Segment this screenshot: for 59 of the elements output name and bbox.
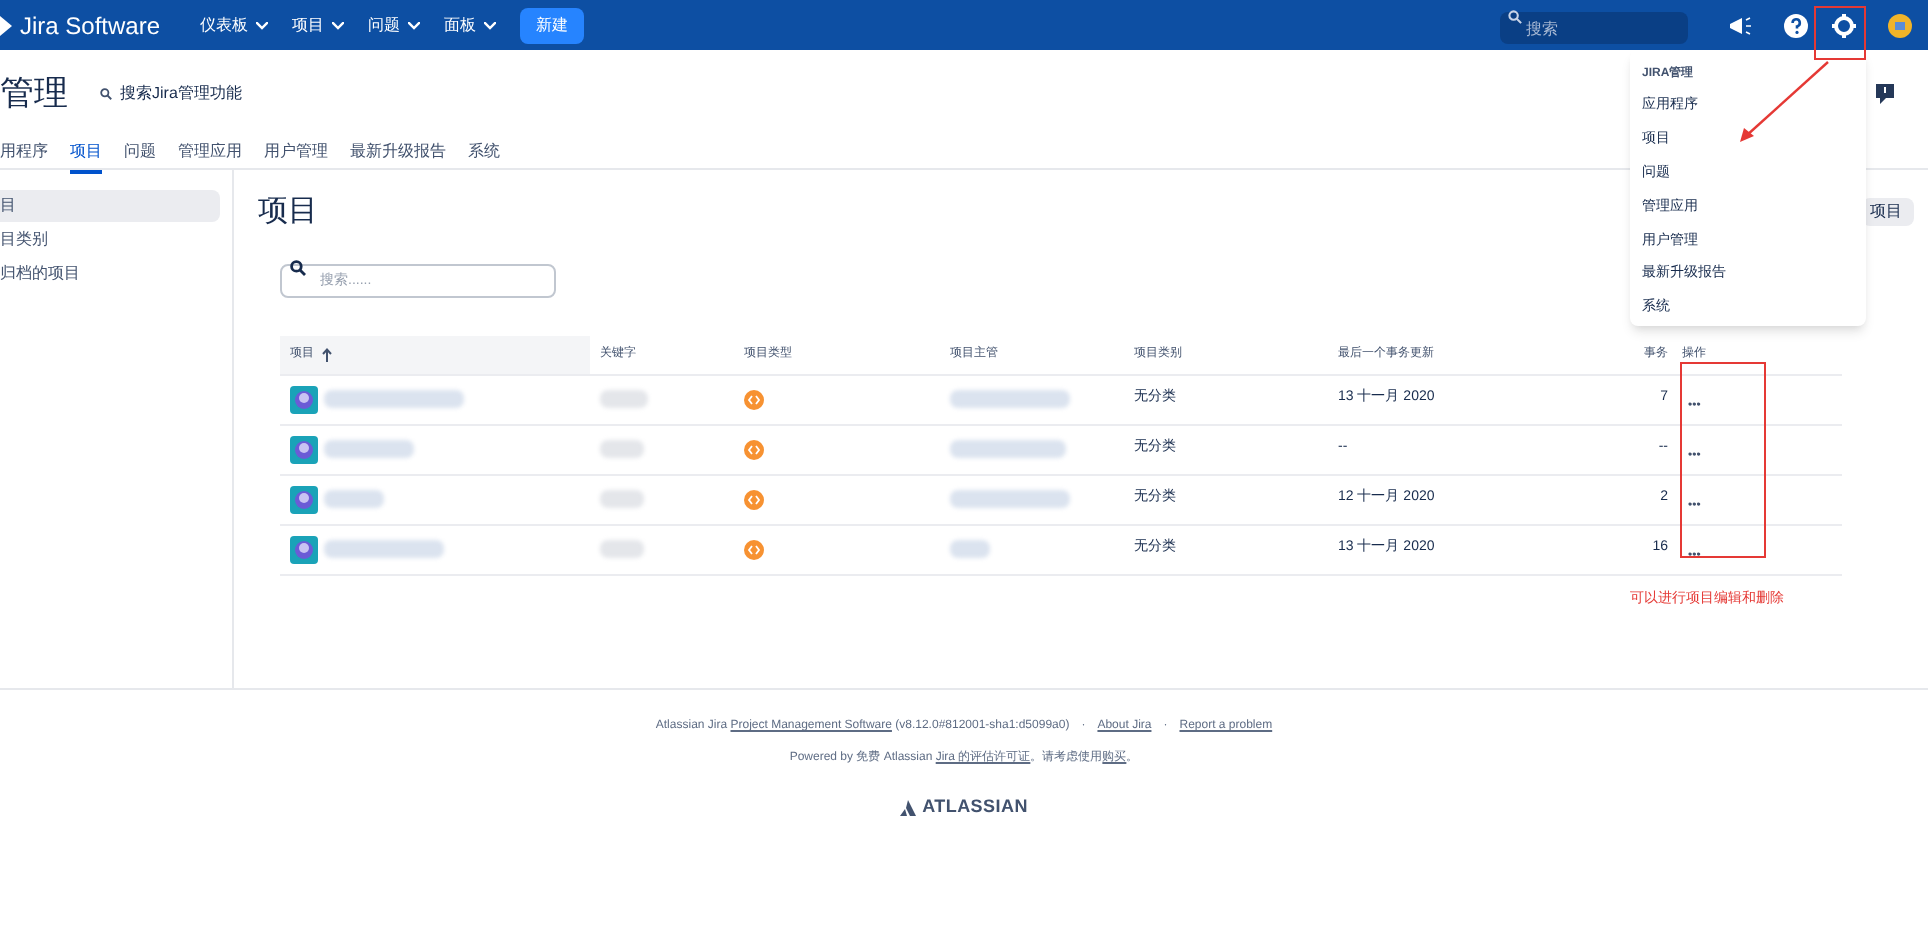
admin-tab[interactable]: 系统 [468,139,500,173]
blurred-text [324,440,414,458]
software-type-icon [744,489,764,509]
feedback-icon[interactable] [1876,83,1894,104]
software-type-icon [744,439,764,459]
search-field[interactable]: 搜索 [1500,12,1688,44]
caret-icon [256,21,269,29]
annotation-arrow [1736,60,1832,144]
sidebar-item[interactable]: 目类别 [0,224,220,256]
create-button[interactable]: 新建 [520,7,585,43]
nav-menu[interactable]: 仪表板 [200,13,269,37]
admin-tab[interactable]: 用程序 [0,139,48,173]
jira-logo-icon [0,15,12,35]
atlassian-wordmark: ATLASSIAN [922,794,1028,820]
page-title: 管理 [0,72,68,116]
blurred-text [950,540,990,558]
blurred-text [950,440,1066,458]
blurred-text [324,540,444,558]
search-icon [290,260,306,276]
search-icon [1508,10,1522,24]
blurred-text [950,390,1070,408]
blurred-text [600,490,644,508]
software-type-icon [744,539,764,559]
admin-tab[interactable]: 管理应用 [178,139,242,173]
nav-menu[interactable]: 问题 [368,13,421,37]
admin-tab[interactable]: 用户管理 [264,139,328,173]
settings-icon[interactable] [1832,13,1856,37]
admin-tab[interactable]: 项目 [70,139,102,173]
caret-icon [484,21,497,29]
blurred-text [324,390,464,408]
sidebar-item[interactable]: 目 [0,190,220,222]
project-avatar-icon [290,435,318,463]
admin-tab[interactable]: 问题 [124,139,156,173]
highlight-box [1814,6,1866,60]
project-avatar-icon [290,485,318,513]
create-project-button[interactable]: 项目 [1862,198,1914,227]
caret-icon [332,21,345,29]
admin-tab[interactable]: 最新升级报告 [350,139,446,173]
software-type-icon [744,389,764,409]
admin-search-link[interactable]: 搜索Jira管理功能 [100,81,242,106]
caret-icon [408,21,421,29]
nav-menu[interactable]: 面板 [444,13,497,37]
user-avatar-icon[interactable] [1888,13,1912,37]
blurred-text [324,490,384,508]
help-icon[interactable] [1784,13,1808,37]
nav-menu[interactable]: 项目 [292,13,345,37]
product-logo[interactable]: Jira Software [20,7,161,43]
project-avatar-icon [290,385,318,413]
megaphone-icon[interactable] [1728,15,1752,35]
section-title: 项目 [258,192,318,232]
project-avatar-icon [290,535,318,563]
atlassian-logo-icon [900,799,917,816]
search-icon [100,87,112,100]
blurred-text [600,540,644,558]
sort-arrow-icon [322,347,332,361]
blurred-text [600,440,644,458]
sidebar-item[interactable]: 归档的项目 [0,258,220,290]
blurred-text [600,390,648,408]
blurred-text [950,490,1070,508]
